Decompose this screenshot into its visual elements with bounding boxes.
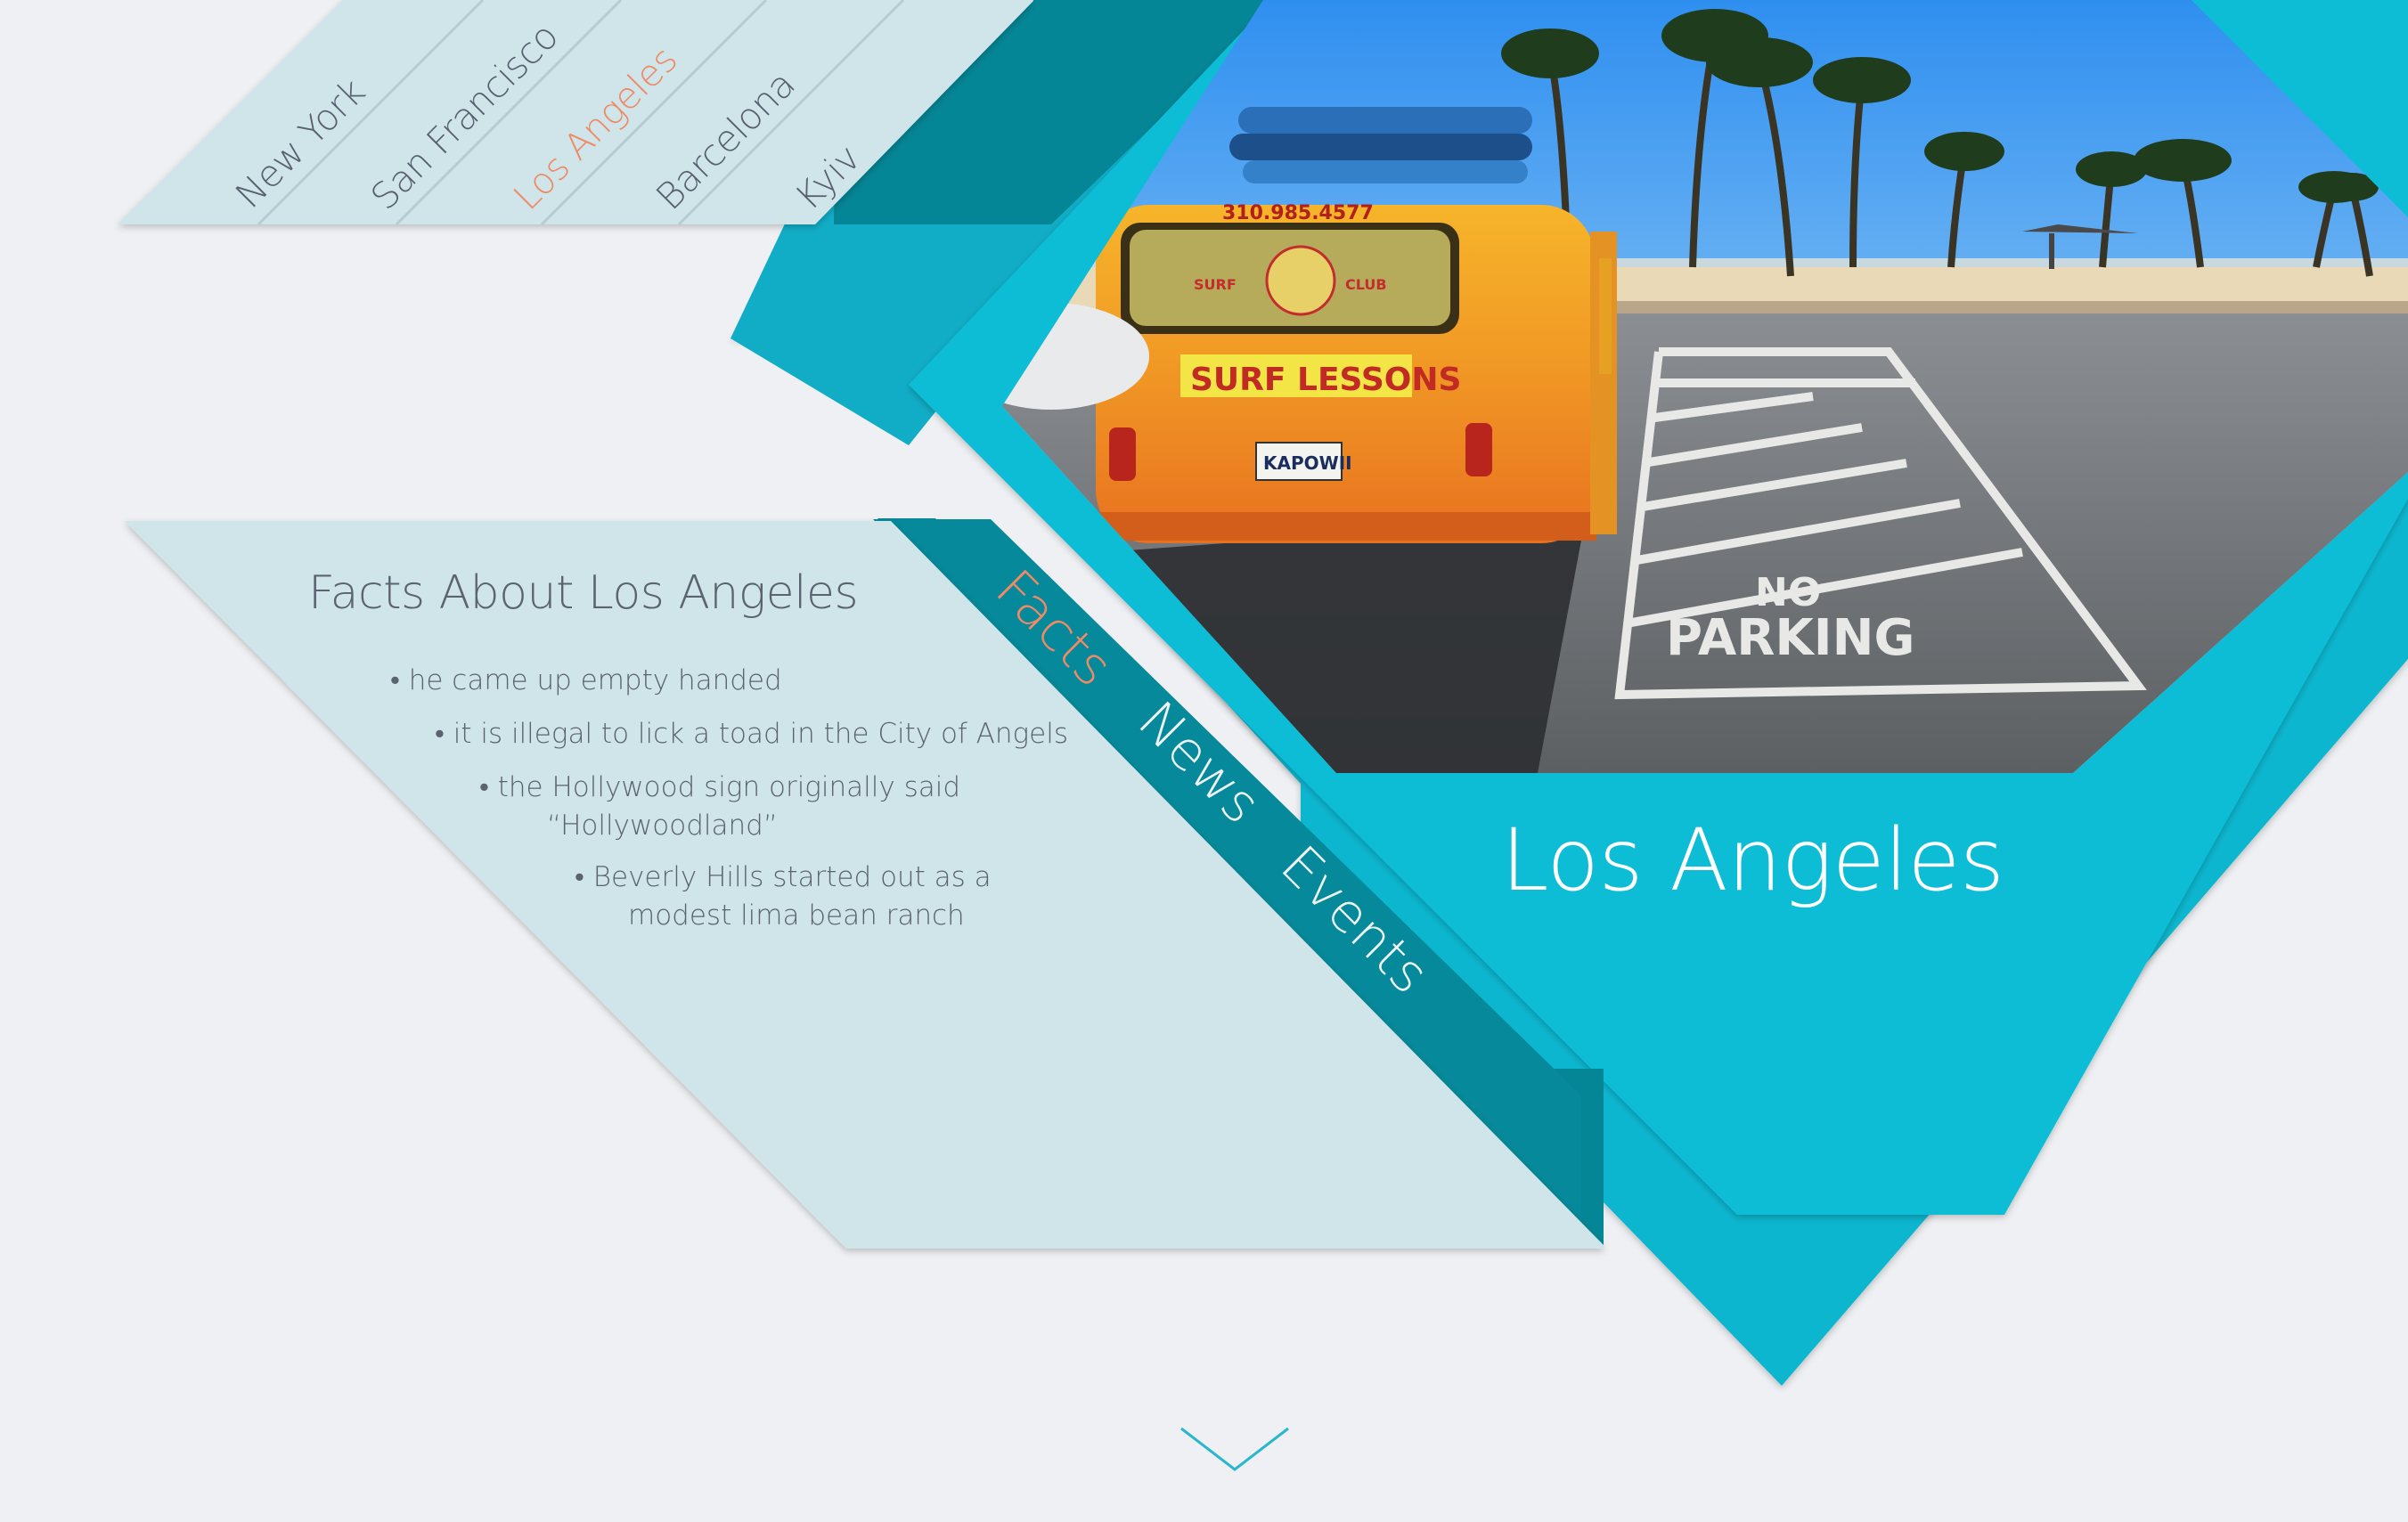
fact-text: it is illegal to lick a toad in the City…	[453, 718, 1068, 750]
sticker-surf: SURF	[1194, 276, 1237, 293]
fact-text: Beverly Hills started out as a	[592, 861, 992, 893]
facts-title: Facts About Los Angeles	[308, 566, 859, 620]
surf-lessons-text: SURF LESSONS	[1190, 362, 1461, 398]
fact-item: • Beverly Hills started out as a modest …	[575, 859, 992, 935]
sticker-club: CLUB	[1345, 276, 1387, 293]
fact-item: • the Hollywood sign originally said “Ho…	[479, 769, 960, 845]
fact-item: • it is illegal to lick a toad in the Ci…	[435, 715, 1068, 753]
license-plate-text: KAPOWII	[1263, 452, 1352, 474]
city-title: Los Angeles	[1501, 810, 2004, 910]
scroll-down-button[interactable]	[1178, 1423, 1292, 1475]
bullet: •	[435, 718, 445, 750]
bullet: •	[575, 861, 584, 893]
bullet: •	[390, 664, 400, 696]
van-phone-text: 310.985.4577	[1222, 202, 1374, 224]
bullet: •	[479, 771, 489, 803]
fact-text: he came up empty handed	[408, 664, 782, 696]
fact-item: • he came up empty handed	[390, 662, 782, 700]
fact-text: the Hollywood sign originally said	[497, 771, 961, 803]
fact-text-cont: modest lima bean ranch	[628, 899, 965, 932]
fact-text-cont: “Hollywoodland”	[547, 810, 778, 842]
parking-text: PARKING	[1666, 609, 1914, 667]
